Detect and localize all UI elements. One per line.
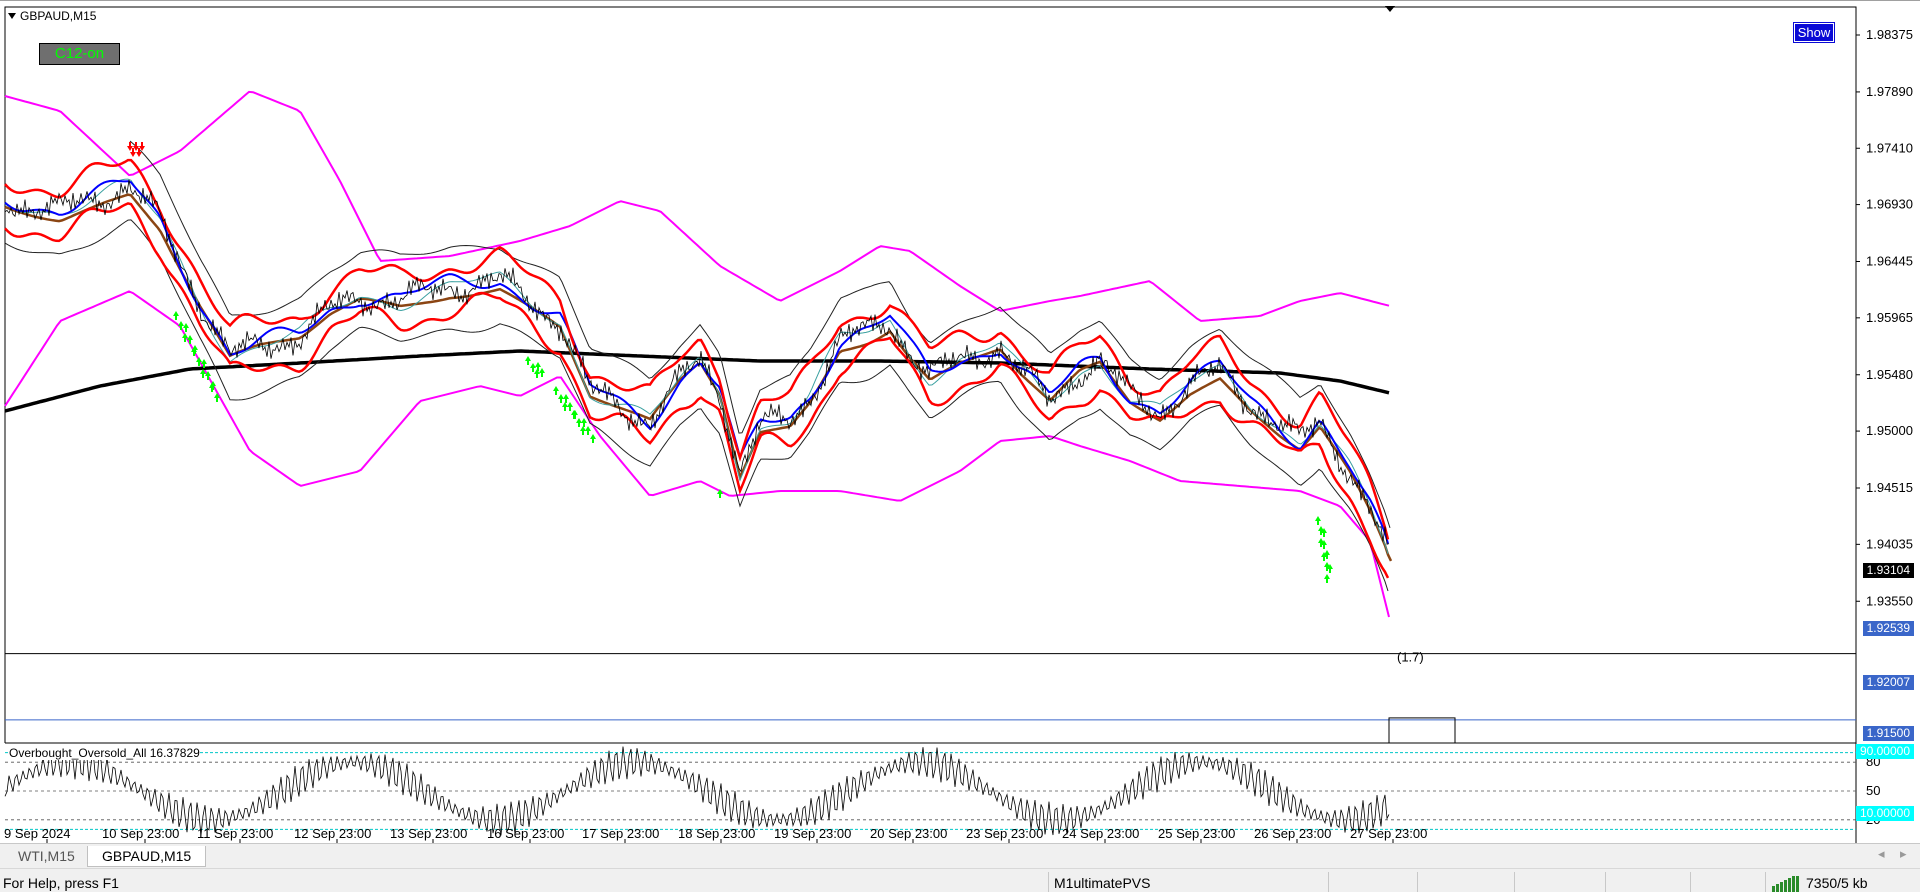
price-axis-label: 1.98375 bbox=[1866, 27, 1913, 42]
buy-signal-arrow bbox=[562, 402, 568, 411]
time-axis-label: 9 Sep 2024 bbox=[4, 826, 71, 841]
projection-label: (1.7) bbox=[1397, 650, 1424, 665]
price-axis-label: 1.95965 bbox=[1866, 310, 1913, 325]
current-price-box: 1.93104 bbox=[1862, 563, 1914, 578]
chart-symbol-label: GBPAUD,M15 bbox=[20, 9, 97, 23]
level-price-box: 1.92539 bbox=[1862, 621, 1914, 636]
buy-signal-arrow bbox=[525, 356, 531, 365]
connection-bars-icon bbox=[1772, 876, 1799, 892]
bollinger-upper-line bbox=[129, 140, 1391, 529]
price-axis-label: 1.95480 bbox=[1866, 367, 1913, 382]
osc-level-label: 50 bbox=[1866, 783, 1880, 798]
buy-signal-arrow bbox=[567, 402, 573, 411]
price-axis-label: 1.95000 bbox=[1866, 423, 1913, 438]
upper-envelope-line bbox=[4, 90, 1390, 322]
buy-signal-arrow bbox=[183, 323, 189, 332]
price-axis-label: 1.94515 bbox=[1866, 480, 1913, 495]
time-axis-label: 26 Sep 23:00 bbox=[1254, 826, 1331, 841]
oscillator-label: Overbought_Oversold_All 16.37829 bbox=[9, 746, 200, 760]
terminal-window: 1.98375 1.97890 1.97410 1.96930 1.96445 1.959… bbox=[0, 0, 1920, 892]
buy-signal-arrow bbox=[553, 386, 559, 395]
help-text: For Help, press F1 bbox=[3, 875, 119, 891]
time-axis-label: 17 Sep 23:00 bbox=[582, 826, 659, 841]
osc-upper-box: 90.00000 bbox=[1855, 744, 1914, 759]
buy-signal-arrow bbox=[571, 410, 577, 419]
show-button[interactable]: Show bbox=[1793, 22, 1835, 43]
c12-toggle-button[interactable]: C12-on bbox=[39, 43, 120, 65]
time-axis-label: 20 Sep 23:00 bbox=[870, 826, 947, 841]
time-axis-label: 13 Sep 23:00 bbox=[390, 826, 467, 841]
projection-box bbox=[1388, 717, 1456, 743]
price-axis-label: 1.97890 bbox=[1866, 84, 1913, 99]
plot-frame bbox=[4, 6, 1857, 743]
status-separator bbox=[1328, 872, 1329, 892]
buy-signal-arrow bbox=[535, 362, 541, 371]
buy-signal-arrow bbox=[1324, 574, 1330, 583]
buy-signal-arrow bbox=[534, 369, 540, 378]
time-axis-label: 24 Sep 23:00 bbox=[1062, 826, 1139, 841]
price-axis-label: 1.96930 bbox=[1866, 197, 1913, 212]
time-axis-label: 10 Sep 23:00 bbox=[102, 826, 179, 841]
tab-gbpaud-m15[interactable]: GBPAUD,M15 bbox=[87, 846, 207, 867]
level-price-box: 1.92007 bbox=[1862, 675, 1914, 690]
time-axis-label: 12 Sep 23:00 bbox=[294, 826, 371, 841]
time-axis-label: 27 Sep 23:00 bbox=[1350, 826, 1427, 841]
time-axis-label: 16 Sep 23:00 bbox=[487, 826, 564, 841]
status-separator bbox=[1514, 872, 1515, 892]
status-separator bbox=[1417, 872, 1418, 892]
buy-signal-arrow bbox=[563, 394, 569, 403]
price-axis-label: 1.97410 bbox=[1866, 140, 1913, 155]
bollinger-lower-line bbox=[4, 219, 1389, 592]
buy-signal-arrow bbox=[580, 426, 586, 435]
time-axis-label: 23 Sep 23:00 bbox=[966, 826, 1043, 841]
price-chart[interactable]: 1.98375 1.97890 1.97410 1.96930 1.96445 1.959… bbox=[0, 1, 1920, 743]
buy-signal-arrow bbox=[581, 418, 587, 427]
buy-signal-arrow bbox=[178, 321, 184, 330]
time-axis: 9 Sep 2024 10 Sep 23:00 11 Sep 23:00 12 Sep… bbox=[4, 826, 1427, 841]
time-axis-label: 19 Sep 23:00 bbox=[774, 826, 851, 841]
status-bar: For Help, press F1 M1ultimatePVS 7350/5 … bbox=[0, 868, 1920, 892]
level-price-box: 1.91500 bbox=[1862, 726, 1914, 741]
scroll-right-icon[interactable]: ▸ bbox=[1900, 847, 1907, 862]
buy-signal-arrow bbox=[576, 418, 582, 427]
scroll-left-icon[interactable]: ◂ bbox=[1878, 847, 1885, 862]
buy-signal-arrow bbox=[173, 311, 179, 320]
time-axis-label: 25 Sep 23:00 bbox=[1158, 826, 1235, 841]
price-axis-label: 1.93550 bbox=[1866, 593, 1913, 608]
dropdown-triangle-icon bbox=[8, 13, 16, 19]
status-separator bbox=[1765, 872, 1766, 892]
buy-signal-arrow bbox=[558, 394, 564, 403]
status-separator bbox=[1605, 872, 1606, 892]
time-axis-label: 11 Sep 23:00 bbox=[197, 826, 273, 841]
brown-ma-line bbox=[4, 193, 1393, 562]
status-separator bbox=[1690, 872, 1691, 892]
profile-name: M1ultimatePVS bbox=[1054, 875, 1151, 891]
price-axis-label: 1.94035 bbox=[1866, 536, 1913, 551]
shift-marker-icon bbox=[1385, 6, 1395, 12]
chart-window[interactable]: 1.98375 1.97890 1.97410 1.96930 1.96445 1.959… bbox=[0, 0, 1920, 844]
buy-signal-arrow bbox=[1315, 516, 1321, 525]
buy-signal-arrow bbox=[585, 426, 591, 435]
price-axis-label: 1.96445 bbox=[1866, 254, 1913, 269]
traffic-readout: 7350/5 kb bbox=[1806, 875, 1868, 891]
tab-wti-m15[interactable]: WTI,M15 bbox=[4, 846, 89, 867]
buy-signal-arrow bbox=[590, 434, 596, 443]
osc-lower-box: 10.00000 bbox=[1855, 806, 1914, 821]
chart-tabs-bar: WTI,M15 GBPAUD,M15 ◂ ▸ bbox=[0, 843, 1920, 868]
buy-signal-arrow bbox=[530, 363, 536, 372]
time-axis-label: 18 Sep 23:00 bbox=[678, 826, 755, 841]
status-separator bbox=[1048, 872, 1049, 892]
chart-symbol-title[interactable]: GBPAUD,M15 bbox=[8, 9, 96, 23]
buy-signal-arrow bbox=[539, 368, 545, 377]
buy-signal-arrow bbox=[187, 335, 193, 344]
